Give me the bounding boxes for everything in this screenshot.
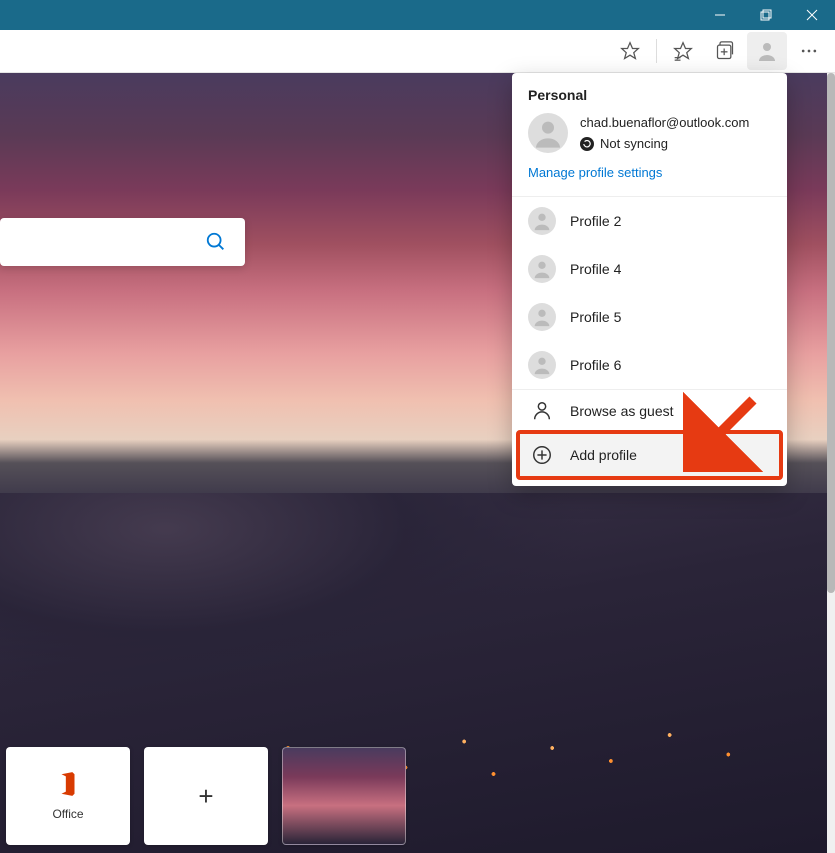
profile-label: Profile 6 — [570, 357, 621, 373]
guest-icon — [528, 400, 556, 422]
guest-label: Browse as guest — [570, 403, 674, 419]
tile-label: Office — [52, 807, 83, 821]
vertical-scrollbar[interactable] — [827, 73, 835, 853]
avatar — [528, 351, 556, 379]
profile-label: Profile 2 — [570, 213, 621, 229]
flyout-header-section: Personal chad.buenaflor@outlook.com Not … — [512, 73, 787, 196]
collections-button[interactable] — [705, 32, 745, 70]
person-icon — [532, 117, 564, 149]
search-icon — [205, 231, 227, 253]
person-icon — [531, 258, 553, 280]
profile-label: Profile 4 — [570, 261, 621, 277]
browser-toolbar — [0, 30, 835, 73]
profile-flyout: Personal chad.buenaflor@outlook.com Not … — [512, 73, 787, 486]
add-profile-label: Add profile — [570, 447, 637, 463]
profile-item[interactable]: Profile 6 — [512, 341, 787, 389]
star-icon — [620, 41, 640, 61]
browse-as-guest[interactable]: Browse as guest — [512, 390, 787, 432]
collections-icon — [715, 41, 735, 61]
profile-label: Profile 5 — [570, 309, 621, 325]
profile-button[interactable] — [747, 32, 787, 70]
window-restore-button[interactable] — [743, 0, 789, 30]
window-titlebar — [0, 0, 835, 30]
person-icon — [755, 39, 779, 63]
manage-profile-settings-link[interactable]: Manage profile settings — [528, 165, 662, 180]
current-profile: chad.buenaflor@outlook.com Not syncing — [528, 113, 771, 153]
profile-item[interactable]: Profile 4 — [512, 245, 787, 293]
tile-thumbnail[interactable] — [282, 747, 406, 845]
favorite-button[interactable] — [610, 32, 650, 70]
plus-icon: + — [198, 781, 213, 812]
person-icon — [531, 306, 553, 328]
add-profile-icon — [528, 444, 556, 466]
tile-office[interactable]: Office — [6, 747, 130, 845]
ellipsis-icon — [799, 41, 819, 61]
avatar — [528, 303, 556, 331]
tile-add[interactable]: + — [144, 747, 268, 845]
search-box[interactable] — [0, 218, 245, 266]
office-icon — [55, 771, 81, 797]
profile-item[interactable]: Profile 2 — [512, 197, 787, 245]
flyout-heading: Personal — [528, 87, 771, 103]
quick-links: Office + — [6, 747, 406, 845]
favorites-list-button[interactable] — [663, 32, 703, 70]
sync-status-row: Not syncing — [580, 136, 749, 151]
toolbar-separator — [656, 39, 657, 63]
avatar — [528, 255, 556, 283]
avatar — [528, 113, 568, 153]
restore-icon — [760, 9, 772, 21]
add-profile[interactable]: Add profile — [518, 432, 781, 478]
scrollbar-thumb[interactable] — [827, 73, 835, 593]
profile-item[interactable]: Profile 5 — [512, 293, 787, 341]
settings-menu-button[interactable] — [789, 32, 829, 70]
star-list-icon — [673, 41, 693, 61]
window-minimize-button[interactable] — [697, 0, 743, 30]
sync-status-icon — [580, 137, 594, 151]
user-email: chad.buenaflor@outlook.com — [580, 115, 749, 130]
user-info: chad.buenaflor@outlook.com Not syncing — [580, 115, 749, 151]
minimize-icon — [714, 9, 726, 21]
window-close-button[interactable] — [789, 0, 835, 30]
person-icon — [531, 354, 553, 376]
sync-status-text: Not syncing — [600, 136, 668, 151]
avatar — [528, 207, 556, 235]
close-icon — [806, 9, 818, 21]
person-icon — [531, 210, 553, 232]
